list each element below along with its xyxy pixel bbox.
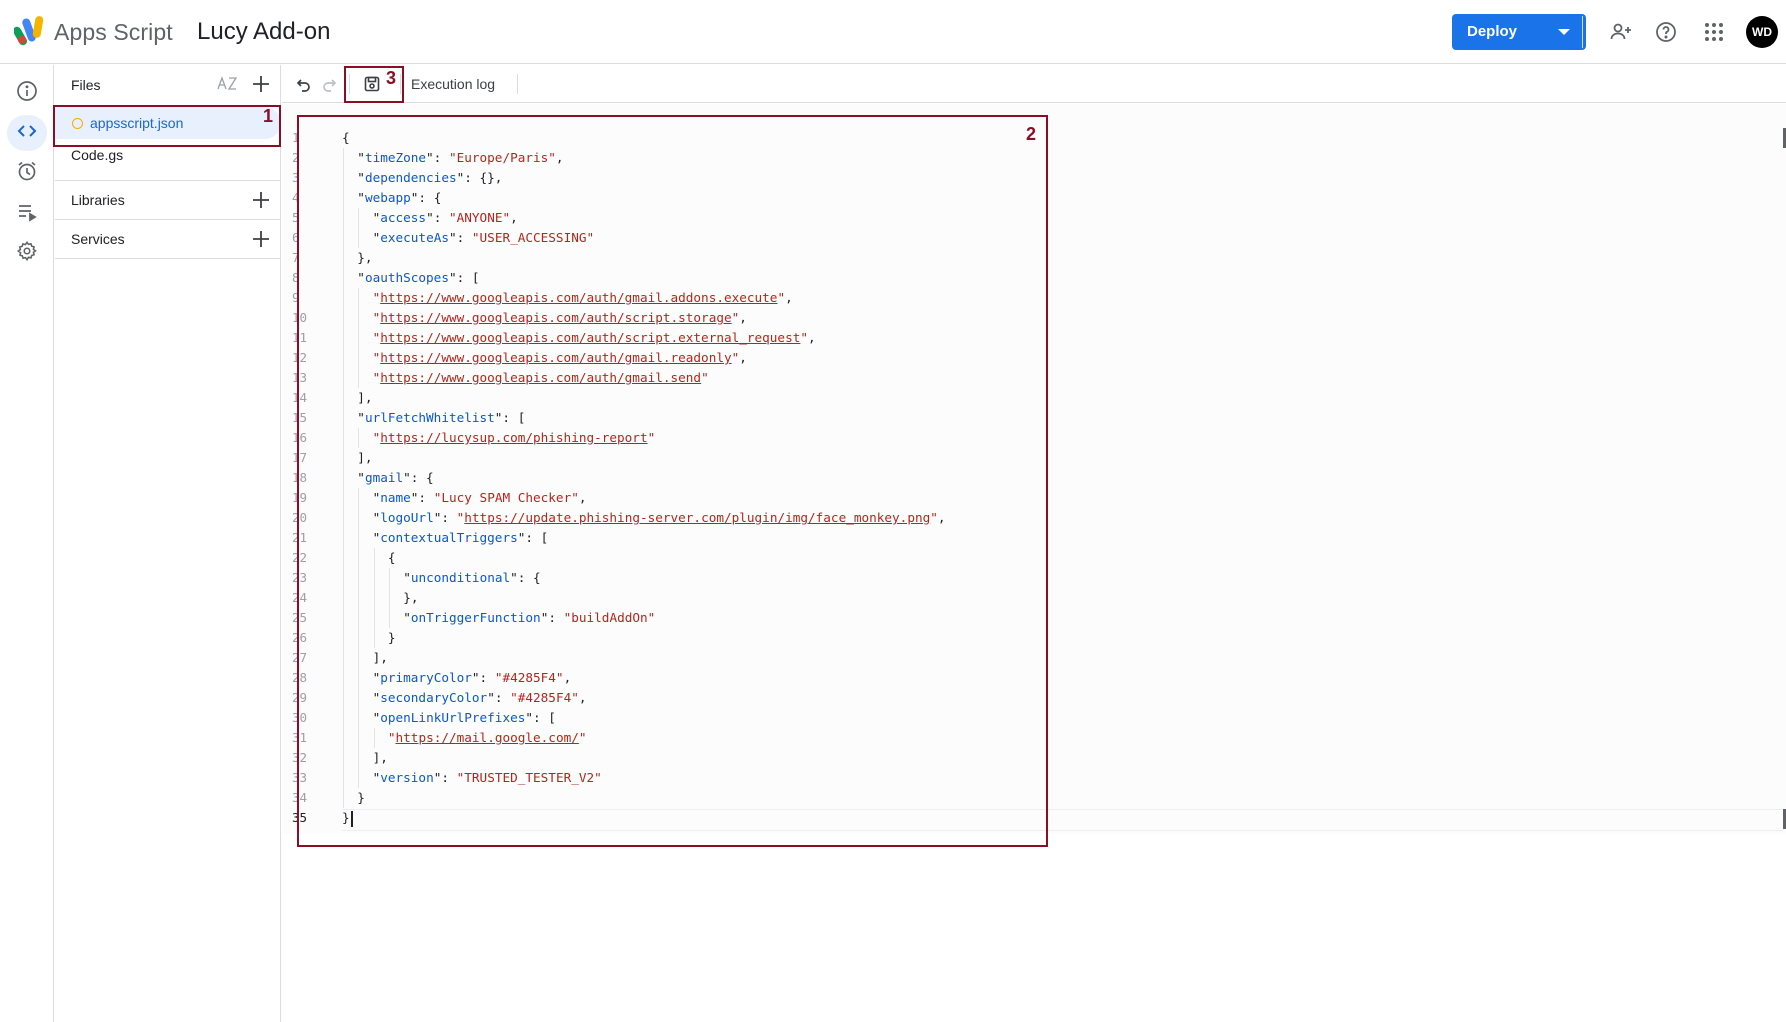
apps-script-logo	[13, 14, 50, 48]
annotation-box-2	[297, 115, 1048, 847]
libraries-label: Libraries	[71, 192, 125, 208]
chevron-down-icon[interactable]	[1558, 29, 1570, 35]
divider	[55, 258, 281, 259]
apps-grid-icon[interactable]	[1698, 16, 1730, 48]
rail-item-triggers[interactable]	[7, 155, 47, 191]
add-file-icon[interactable]	[250, 73, 272, 95]
execution-log-button[interactable]: Execution log	[411, 76, 495, 92]
deploy-button[interactable]: Deploy	[1452, 14, 1586, 50]
redo-icon[interactable]	[320, 74, 340, 94]
executions-list-icon	[16, 200, 38, 227]
avatar[interactable]: WD	[1746, 16, 1778, 48]
sort-az-icon[interactable]	[217, 74, 239, 94]
undo-icon[interactable]	[293, 74, 313, 94]
annotation-box-1	[53, 105, 281, 147]
app-header: Apps Script Lucy Add-on Deploy WD	[0, 0, 1786, 64]
rail-item-project-settings[interactable]	[7, 235, 47, 271]
files-title: Files	[71, 77, 101, 93]
annotation-label-1: 1	[263, 106, 274, 126]
file-item-label: Code.gs	[71, 147, 124, 163]
product-name[interactable]: Apps Script	[54, 19, 173, 46]
add-library-icon[interactable]	[250, 189, 272, 211]
rail-item-executions[interactable]	[7, 195, 47, 231]
services-label: Services	[71, 231, 125, 247]
rail-item-editor[interactable]	[7, 115, 47, 151]
files-header: Files	[55, 65, 281, 103]
annotation-label-2: 2	[1026, 124, 1037, 144]
gear-icon	[16, 240, 38, 267]
share-add-person-icon[interactable]	[1605, 16, 1637, 48]
toolbar-divider	[517, 74, 518, 94]
annotation-label-3: 3	[386, 68, 397, 88]
help-icon[interactable]	[1650, 16, 1682, 48]
project-title[interactable]: Lucy Add-on	[197, 18, 330, 46]
editor-toolbar: Execution log	[282, 65, 1786, 103]
file-panel: Files appsscript.json Code.gs Libraries …	[55, 65, 281, 1022]
deploy-button-label: Deploy	[1467, 23, 1518, 40]
libraries-section: Libraries	[55, 181, 281, 219]
rail-item-overview[interactable]	[7, 75, 47, 111]
services-section: Services	[55, 220, 281, 258]
left-nav-rail	[0, 65, 54, 1022]
add-service-icon[interactable]	[250, 228, 272, 250]
info-icon	[16, 80, 38, 107]
alarm-clock-icon	[16, 160, 38, 187]
header-divider	[1582, 16, 1583, 48]
code-icon	[16, 120, 38, 147]
